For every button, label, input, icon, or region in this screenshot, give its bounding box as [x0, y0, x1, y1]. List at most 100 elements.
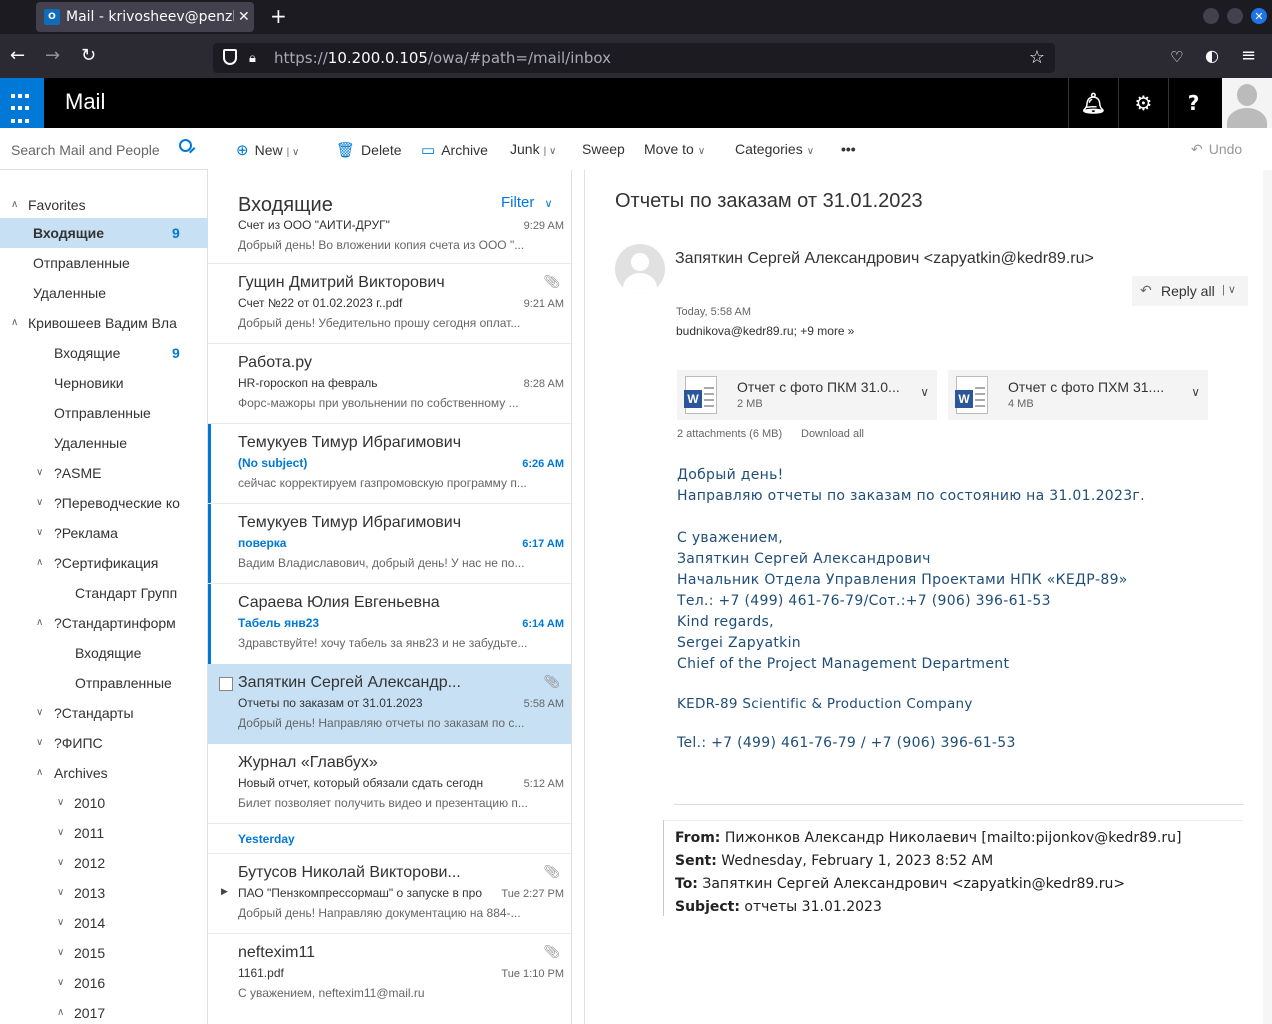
reload-icon[interactable]: ↻: [81, 46, 96, 66]
archive-button[interactable]: ▭ Archive: [421, 141, 488, 159]
folder-2014[interactable]: ∨ 2014: [0, 908, 208, 938]
user-avatar[interactable]: [1222, 78, 1272, 128]
search-icon[interactable]: [179, 139, 192, 152]
maximize-button[interactable]: [1227, 8, 1243, 24]
chevron-down-icon[interactable]: ∨: [920, 385, 929, 399]
folder-ads[interactable]: ∨ ?Реклама: [0, 518, 208, 548]
bookmark-star-icon[interactable]: ☆: [1029, 47, 1045, 68]
folder-si-sent[interactable]: Отправленные: [0, 668, 208, 698]
attachment-card[interactable]: W Отчет с фото ПХМ 31.... 4 MB ∨: [948, 370, 1208, 420]
pocket-icon[interactable]: ♡: [1170, 47, 1183, 67]
forward-icon[interactable]: →: [45, 46, 60, 66]
folder-pane: ∧ Favorites Входящие 9 Отправленные Удален…: [0, 170, 208, 1024]
account-icon[interactable]: ◐: [1205, 46, 1219, 66]
folder-sent[interactable]: Отправленные: [0, 398, 208, 428]
list-item-selected[interactable]: Запяткин Сергей Александр... 📎︎ Отчеты п…: [208, 664, 571, 744]
folder-2016[interactable]: ∨ 2016: [0, 968, 208, 998]
more-commands-button[interactable]: •••: [841, 141, 856, 157]
delete-button[interactable]: 🗑︎ Delete: [336, 141, 402, 159]
select-checkbox[interactable]: [219, 677, 233, 691]
recipients[interactable]: budnikova@kedr89.ru; +9 more»: [676, 324, 854, 338]
move-to-button[interactable]: Move to ∨: [644, 141, 705, 157]
url-text[interactable]: https://10.200.0.105/owa/#path=/mail/inb…: [274, 49, 611, 67]
folder-fav-inbox[interactable]: Входящие 9: [0, 218, 208, 248]
message-time: 5:58 AM: [523, 698, 564, 710]
message-subject-title: Отчеты по заказам от 31.01.2023: [615, 190, 923, 212]
folder-deleted[interactable]: Удаленные: [0, 428, 208, 458]
reading-pane-scrollbar[interactable]: [1263, 170, 1272, 1024]
folder-2017[interactable]: ∧ 2017: [0, 998, 208, 1024]
folder-inbox[interactable]: Входящие 9: [0, 338, 208, 368]
shield-icon[interactable]: [223, 49, 237, 65]
message-time: 9:21 AM: [523, 298, 564, 310]
folder-fav-sent[interactable]: Отправленные: [0, 248, 208, 278]
folder-2011[interactable]: ∨ 2011: [0, 818, 208, 848]
list-item[interactable]: Бутусов Николай Викторови... 📎︎ ▶ ПАО "П…: [208, 854, 571, 934]
settings-gear-icon[interactable]: ⚙: [1118, 78, 1168, 128]
attachment-size: 2 MB: [737, 398, 763, 410]
new-button[interactable]: ⊕ New | ∨: [236, 141, 299, 159]
owa-header: Mail 🔔︎ ⚙ ?: [0, 78, 1272, 128]
list-item[interactable]: Работа.ру HR-гороскоп на февраль 8:28 AM…: [208, 344, 571, 424]
categories-button[interactable]: Categories ∨: [735, 141, 814, 157]
folder-drafts[interactable]: Черновики: [0, 368, 208, 398]
folder-translation[interactable]: ∨ ?Переводческие ко: [0, 488, 208, 518]
undo-button[interactable]: ↶ Undo: [1191, 141, 1242, 158]
chevron-down-icon: ∨: [36, 527, 44, 538]
list-item[interactable]: Счет из ООО "АИТИ-ДРУГ" 9:29 AM Добрый д…: [208, 184, 571, 262]
sweep-button[interactable]: Sweep: [582, 141, 625, 157]
lock-icon[interactable]: 🔒︎: [249, 51, 256, 66]
reply-all-button[interactable]: ↶ Reply all | ∨: [1132, 276, 1248, 306]
body-line: Kind regards,: [677, 614, 774, 630]
attachments-summary: 2 attachments (6 MB): [677, 428, 783, 440]
sender-name[interactable]: Запяткин Сергей Александрович <zapyatkin…: [675, 250, 1094, 268]
folder-2012[interactable]: ∨ 2012: [0, 848, 208, 878]
window-close-button[interactable]: ✕: [1251, 8, 1267, 24]
app-launcher-icon[interactable]: [0, 78, 44, 128]
junk-button[interactable]: Junk | ∨: [510, 141, 556, 157]
forward-subject: Subject: отчеты 31.01.2023: [675, 899, 882, 915]
folder-archives[interactable]: ∧ Archives: [0, 758, 208, 788]
message-time: Tue 2:27 PM: [501, 888, 564, 900]
new-tab-icon[interactable]: +: [270, 4, 287, 28]
attachment-card[interactable]: W Отчет с фото ПКМ 31.0... 2 MB ∨: [677, 370, 937, 420]
folder-2013[interactable]: ∨ 2013: [0, 878, 208, 908]
browser-tab[interactable]: O Mail - krivosheev@penzh ✕: [36, 2, 254, 32]
folder-2010[interactable]: ∨ 2010: [0, 788, 208, 818]
message-preview: сейчас корректируем газпромовскую програ…: [238, 476, 527, 490]
help-icon[interactable]: ?: [1168, 78, 1218, 128]
attachment-name: Отчет с фото ПХМ 31....: [1008, 379, 1165, 395]
url-bar[interactable]: 🔒︎ https://10.200.0.105/owa/#path=/mail/…: [213, 43, 1055, 73]
folder-2015[interactable]: ∨ 2015: [0, 938, 208, 968]
menu-icon[interactable]: ≡: [1241, 46, 1256, 66]
back-icon[interactable]: ←: [10, 46, 25, 66]
download-all-link[interactable]: Download all: [801, 428, 864, 440]
tab-close-icon[interactable]: ✕: [238, 9, 250, 25]
folder-standartinform[interactable]: ∧ ?Стандартинформ: [0, 608, 208, 638]
folder-asme[interactable]: ∨ ?ASME: [0, 458, 208, 488]
list-item[interactable]: Сараева Юлия Евгеньевна Табель янв23 6:1…: [208, 584, 571, 664]
notifications-bell-icon[interactable]: 🔔︎: [1068, 78, 1118, 128]
search-input[interactable]: Search Mail and People: [11, 142, 160, 158]
message-sender: neftexim11: [238, 944, 316, 961]
list-item[interactable]: Темукуев Тимур Ибрагимович (No subject) …: [208, 424, 571, 504]
favorites-header[interactable]: ∧ Favorites: [0, 190, 208, 220]
list-item[interactable]: Гущин Дмитрий Викторович 📎︎ Счет №22 от …: [208, 264, 571, 344]
search-box[interactable]: Search Mail and People: [0, 128, 208, 170]
folder-si-inbox[interactable]: Входящие: [0, 638, 208, 668]
chevron-down-icon[interactable]: ∨: [1191, 385, 1200, 399]
folder-certification[interactable]: ∧ ?Сертификация: [0, 548, 208, 578]
list-item[interactable]: Журнал «Главбух» Новый отчет, который об…: [208, 744, 571, 824]
minimize-button[interactable]: [1203, 8, 1219, 24]
chevron-down-icon: | ∨: [1222, 284, 1236, 296]
account-header[interactable]: ∧ Кривошеев Вадим Вла: [0, 308, 208, 338]
folder-standard-group[interactable]: Стандарт Групп: [0, 578, 208, 608]
message-time: 6:17 AM: [522, 538, 564, 550]
folder-standards[interactable]: ∨ ?Стандарты: [0, 698, 208, 728]
folder-fav-deleted[interactable]: Удаленные: [0, 278, 208, 308]
list-item[interactable]: Темукуев Тимур Ибрагимович поверка 6:17 …: [208, 504, 571, 584]
list-item[interactable]: neftexim11 📎︎ 1161.pdf Tue 1:10 PM С ува…: [208, 934, 571, 1014]
folder-fips[interactable]: ∨ ?ФИПС: [0, 728, 208, 758]
expand-thread-icon[interactable]: ▶: [221, 886, 228, 897]
message-preview: Билет позволяет получить видео и презент…: [238, 796, 528, 810]
